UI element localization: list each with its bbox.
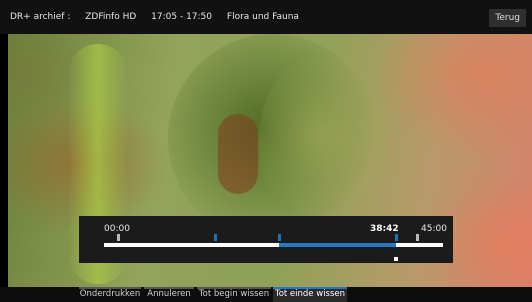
cut-start-marker[interactable]	[278, 234, 281, 241]
broadcast-time: 17:05 - 17:50	[151, 12, 213, 22]
channel-name: ZDFinfo HD	[85, 12, 137, 22]
start-marker	[117, 234, 120, 241]
tv-screen: DR+ archief : ZDFinfo HD 17:05 - 17:50 F…	[0, 0, 532, 302]
playhead-cursor[interactable]	[393, 257, 398, 261]
timeline-bar[interactable]	[104, 243, 443, 247]
program-info: DR+ archief : ZDFinfo HD 17:05 - 17:50 F…	[10, 12, 311, 22]
segment-marker	[214, 234, 217, 241]
end-marker	[416, 234, 419, 241]
program-title: Flora und Fauna	[226, 12, 299, 22]
selected-range	[279, 243, 396, 247]
end-time-label: 45:00	[421, 224, 447, 234]
current-time-label: 38:42	[370, 224, 399, 234]
suppress-button[interactable]: Onderdrukken	[79, 287, 141, 302]
top-info-bar: DR+ archief : ZDFinfo HD 17:05 - 17:50 F…	[0, 0, 532, 34]
action-bar: Onderdrukken Annuleren Tot begin wissen …	[0, 287, 532, 302]
source-label: DR+ archief :	[10, 12, 71, 22]
cut-end-marker[interactable]	[395, 234, 398, 241]
start-time-label: 00:00	[104, 224, 130, 234]
cancel-button[interactable]: Annuleren	[144, 287, 194, 302]
timeline-panel: 00:00 38:42 45:00	[79, 216, 453, 263]
delete-to-start-button[interactable]: Tot begin wissen	[197, 287, 271, 302]
back-button[interactable]: Terug	[489, 9, 526, 27]
delete-to-end-button[interactable]: Tot einde wissen	[273, 287, 347, 302]
